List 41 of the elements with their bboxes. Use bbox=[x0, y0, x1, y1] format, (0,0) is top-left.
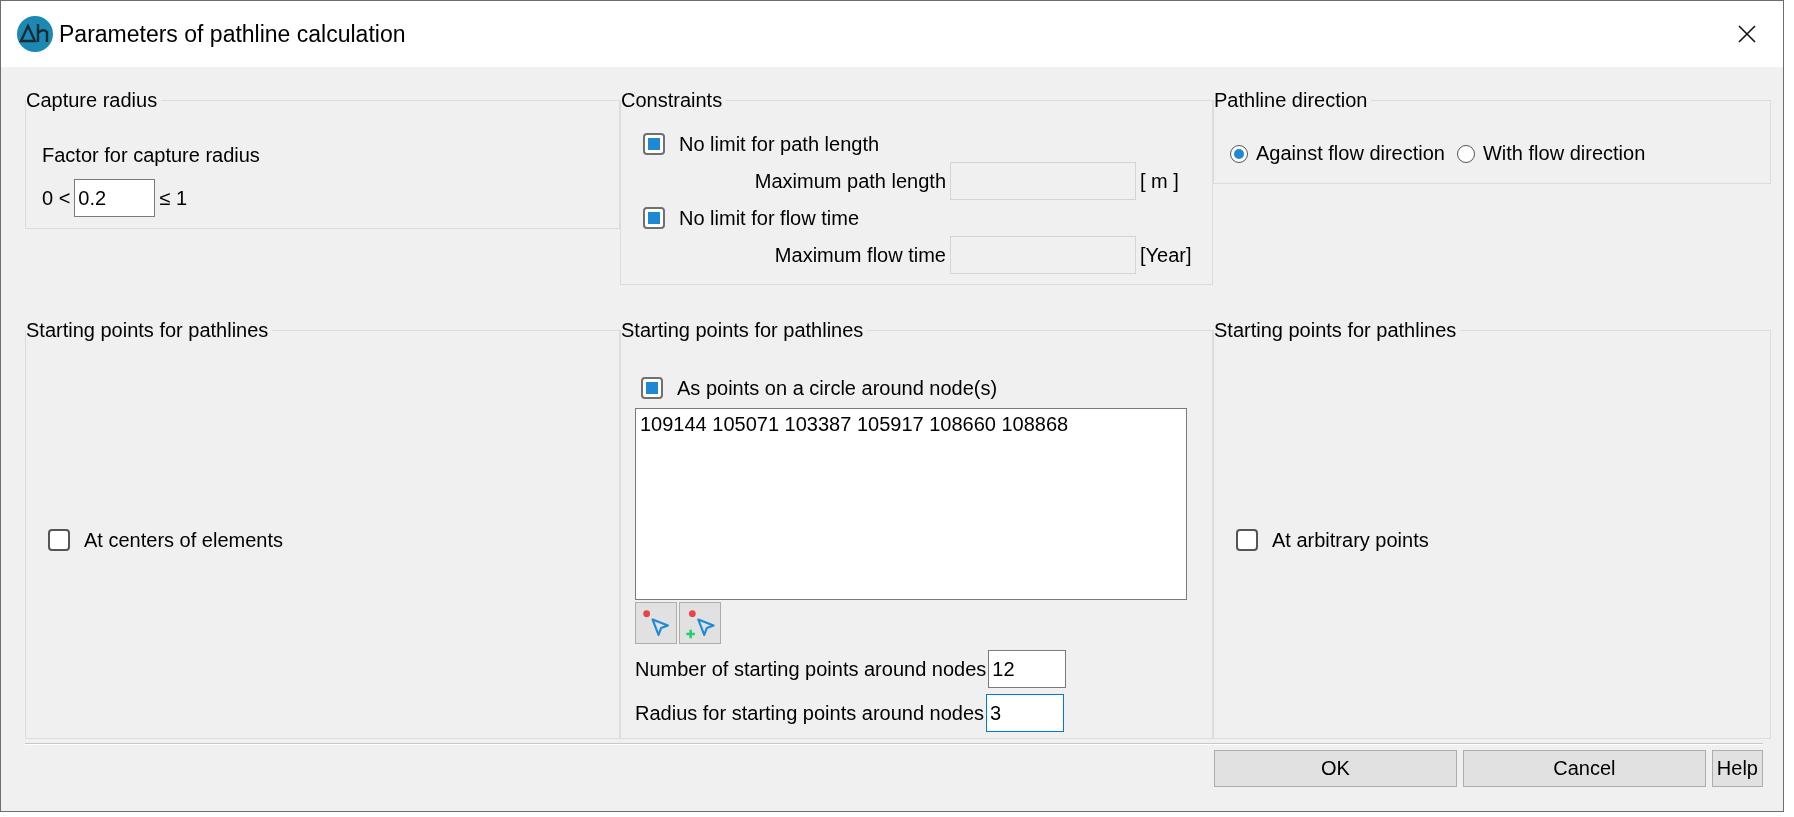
add-node-button[interactable] bbox=[679, 602, 721, 644]
window-title: Parameters of pathline calculation bbox=[59, 20, 407, 48]
input-field[interactable]: 12 bbox=[988, 650, 1067, 688]
radio-button[interactable] bbox=[1230, 144, 1248, 163]
checkbox-label: No limit for path length bbox=[679, 132, 880, 156]
group-title: Starting points for pathlines bbox=[26, 319, 270, 342]
field-label: Maximum flow time bbox=[774, 243, 946, 267]
checkbox[interactable] bbox=[1236, 529, 1258, 551]
checkbox[interactable] bbox=[641, 377, 663, 399]
unit-label: [Year] bbox=[1140, 243, 1193, 267]
radio-label: Against flow direction bbox=[1256, 142, 1445, 165]
node-list-field[interactable]: 109144 105071 103387 105917 108660 108868 bbox=[635, 408, 1187, 600]
dialog-button[interactable]: OK bbox=[1213, 750, 1457, 787]
radio-button[interactable] bbox=[1457, 144, 1475, 163]
input-field[interactable]: 3 bbox=[986, 694, 1065, 732]
capture-factor-field[interactable]: 0.2 bbox=[74, 179, 156, 217]
checkbox-label: At centers of elements bbox=[84, 528, 283, 552]
range-prefix: 0 < bbox=[42, 186, 71, 210]
dialog-button[interactable]: Cancel bbox=[1462, 750, 1706, 787]
app-logo-icon bbox=[17, 16, 53, 52]
checkbox-label: No limit for flow time bbox=[679, 206, 860, 230]
radio-label: With flow direction bbox=[1483, 142, 1646, 165]
field-label: Number of starting points around nodes bbox=[635, 657, 987, 681]
checkbox[interactable] bbox=[643, 207, 665, 229]
group-title: Constraints bbox=[621, 89, 724, 112]
group-title: Capture radius bbox=[26, 89, 159, 112]
dialog-button[interactable]: Help bbox=[1711, 750, 1763, 787]
field-label: Maximum path length bbox=[754, 169, 946, 193]
pick-node-button[interactable] bbox=[635, 602, 677, 644]
checkbox-label: At arbitrary points bbox=[1272, 528, 1429, 552]
close-icon[interactable] bbox=[1737, 24, 1757, 44]
checkbox[interactable] bbox=[643, 133, 665, 155]
group-title: Starting points for pathlines bbox=[621, 319, 865, 342]
group-title: Starting points for pathlines bbox=[1214, 319, 1458, 342]
field-label: Radius for starting points around nodes bbox=[635, 701, 985, 725]
range-suffix: ≤ 1 bbox=[159, 186, 187, 210]
unit-label: [ m ] bbox=[1140, 169, 1180, 193]
checkbox-label: As points on a circle around node(s) bbox=[677, 376, 998, 400]
checkbox[interactable] bbox=[48, 529, 70, 551]
group-title: Pathline direction bbox=[1214, 89, 1369, 112]
field-label: Factor for capture radius bbox=[42, 144, 261, 167]
